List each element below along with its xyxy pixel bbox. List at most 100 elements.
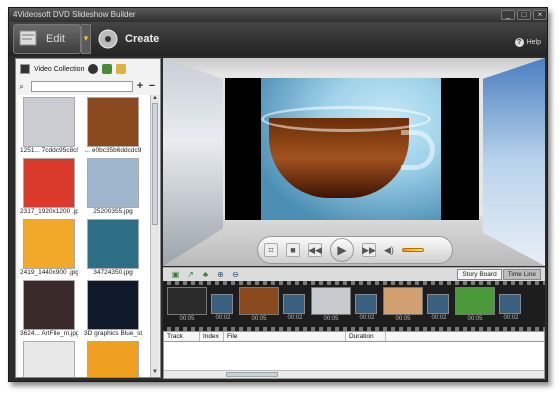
tab-story-board[interactable]: Story Board bbox=[457, 269, 502, 280]
storyboard-transition[interactable]: 00:02 bbox=[427, 294, 449, 321]
transition-icon[interactable]: ♣ bbox=[201, 270, 210, 279]
storyboard-clip[interactable]: 00:05 bbox=[239, 287, 279, 325]
play-button[interactable]: ▶ bbox=[330, 238, 354, 262]
import-icon[interactable] bbox=[102, 64, 113, 74]
column-header-file[interactable]: File bbox=[224, 332, 346, 341]
player-controls: ⌗ ■ ◀◀ ▶ ▶▶ ◀) bbox=[257, 236, 453, 264]
thumbnail-image bbox=[87, 341, 139, 377]
column-header-duration[interactable]: Duration bbox=[346, 332, 386, 341]
app-window: 4Videosoft DVD Slideshow Builder _ □ × E… bbox=[8, 7, 548, 382]
storyboard-transition[interactable]: 00:02 bbox=[211, 294, 233, 321]
help-icon: ? bbox=[514, 38, 524, 47]
thumbnail-image bbox=[23, 280, 75, 330]
search-icon: ⌕ bbox=[19, 81, 25, 91]
clip-thumbnail bbox=[167, 287, 207, 315]
fast-forward-button[interactable]: ▶▶ bbox=[362, 243, 376, 257]
scroll-thumb-horizontal[interactable] bbox=[226, 372, 278, 377]
thumbnail-image bbox=[87, 158, 139, 208]
current-slide-image bbox=[261, 78, 441, 220]
zoom-out-icon[interactable]: ⊖ bbox=[231, 270, 240, 279]
clip-duration: 00:05 bbox=[395, 316, 411, 322]
thumbnail-image bbox=[23, 341, 75, 377]
snapshot-button[interactable]: ⌗ bbox=[264, 243, 278, 257]
storyboard-clip[interactable]: 00:05 bbox=[167, 287, 207, 325]
timeline-toolbar: ▣ ↗ ♣ ⊕ ⊖ Story Board Time Line bbox=[163, 267, 545, 281]
edit-icon bbox=[19, 30, 37, 46]
collection-thumbnail[interactable]: 2419_1440x900 .jpg bbox=[20, 219, 78, 280]
folder-icon[interactable] bbox=[116, 64, 127, 74]
clip-duration: 00:05 bbox=[467, 316, 483, 322]
collection-scrollbar[interactable]: ▲ ▼ bbox=[150, 95, 159, 377]
track-horizontal-scrollbar[interactable] bbox=[164, 370, 544, 378]
maximize-button[interactable]: □ bbox=[517, 10, 531, 20]
clip-thumbnail bbox=[383, 287, 423, 315]
preview-stage: ⌗ ■ ◀◀ ▶ ▶▶ ◀) bbox=[163, 58, 545, 266]
scroll-thumb[interactable] bbox=[152, 103, 158, 225]
transition-duration: 00:02 bbox=[215, 315, 231, 321]
collection-thumbnail[interactable]: 1251... 7cddc95c8c047b bbox=[20, 97, 78, 158]
collection-panel: Video Collection ⌕ + − 1251... 7cddc95c8… bbox=[15, 58, 161, 378]
collection-thumbnail[interactable] bbox=[20, 341, 78, 377]
window-title: 4Videosoft DVD Slideshow Builder bbox=[13, 10, 136, 19]
track-table-header: Track Index File Duration bbox=[164, 332, 544, 342]
transition-duration: 00:02 bbox=[359, 315, 375, 321]
collection-thumbnail[interactable]: ... e0bc35b6ddcdc9 bbox=[84, 97, 142, 158]
edit-dropdown-arrow[interactable]: ▼ bbox=[81, 24, 91, 54]
rewind-button[interactable]: ◀◀ bbox=[308, 243, 322, 257]
main-toolbar: Edit ▼ Create ? Help bbox=[9, 22, 547, 56]
search-input[interactable] bbox=[31, 80, 133, 92]
add-video-icon[interactable] bbox=[88, 64, 99, 74]
clip-duration: 00:05 bbox=[323, 316, 339, 322]
tab-time-line[interactable]: Time Line bbox=[502, 269, 541, 280]
storyboard-clip[interactable]: 00:05 bbox=[455, 287, 495, 325]
storyboard-transition[interactable]: 00:02 bbox=[283, 294, 305, 321]
remove-item-button[interactable]: − bbox=[147, 81, 157, 92]
next-slide-preview bbox=[483, 58, 545, 266]
cup-handle bbox=[401, 130, 435, 170]
storyboard-transition[interactable]: 00:02 bbox=[355, 294, 377, 321]
film-perforation-top bbox=[163, 281, 545, 285]
stop-button[interactable]: ■ bbox=[286, 243, 300, 257]
edit-button[interactable]: Edit bbox=[13, 24, 81, 54]
close-button[interactable]: × bbox=[533, 10, 547, 20]
collection-thumbnail[interactable]: 2317_1920x1200 .jpg bbox=[20, 158, 78, 219]
collection-thumbnail[interactable] bbox=[84, 341, 142, 377]
stage-ceiling bbox=[163, 58, 545, 76]
scroll-up-arrow[interactable]: ▲ bbox=[151, 95, 159, 103]
cup-rim bbox=[261, 106, 431, 132]
collection-title: Video Collection bbox=[34, 65, 85, 73]
thumbnail-grid: 1251... 7cddc95c8c047b... e0bc35b6ddcdc9… bbox=[18, 95, 150, 377]
edit-effect-icon[interactable]: ↗ bbox=[186, 270, 195, 279]
title-bar: 4Videosoft DVD Slideshow Builder _ □ × bbox=[9, 8, 547, 22]
add-media-icon[interactable]: ▣ bbox=[171, 270, 180, 279]
edit-label: Edit bbox=[46, 33, 65, 45]
storyboard-clip[interactable]: 00:05 bbox=[311, 287, 351, 325]
collection-thumbnail[interactable]: 34724350.jpg bbox=[84, 219, 142, 280]
column-header-index[interactable]: Index bbox=[200, 332, 224, 341]
help-label: Help bbox=[526, 39, 541, 46]
minimize-button[interactable]: _ bbox=[501, 10, 515, 20]
scroll-down-arrow[interactable]: ▼ bbox=[151, 369, 159, 377]
transition-duration: 00:02 bbox=[287, 315, 303, 321]
create-disc-icon bbox=[98, 29, 118, 49]
storyboard-transition[interactable]: 00:02 bbox=[499, 294, 521, 321]
create-button[interactable]: Create bbox=[93, 24, 163, 54]
thumbnail-image bbox=[87, 280, 139, 330]
clip-thumbnail bbox=[239, 287, 279, 315]
transition-duration: 00:02 bbox=[503, 315, 519, 321]
add-item-button[interactable]: + bbox=[135, 81, 145, 92]
storyboard-filmstrip: 00:05 00:02 00:05 00:02 00:05 00:02 00:05 00:02… bbox=[163, 281, 545, 331]
thumbnail-image bbox=[87, 219, 139, 269]
help-button[interactable]: ? Help bbox=[514, 38, 541, 47]
column-header-track[interactable]: Track bbox=[164, 332, 200, 341]
collection-thumbnail[interactable]: 25200355.jpg bbox=[84, 158, 142, 219]
clip-duration: 00:05 bbox=[251, 316, 267, 322]
collection-thumbnail[interactable]: 3624... ArtFile_m.jpg bbox=[20, 280, 78, 341]
volume-slider[interactable] bbox=[401, 248, 424, 252]
storyboard-clip[interactable]: 00:05 bbox=[383, 287, 423, 325]
zoom-in-icon[interactable]: ⊕ bbox=[216, 270, 225, 279]
video-collection-icon bbox=[20, 64, 30, 74]
volume-icon[interactable]: ◀) bbox=[384, 245, 394, 256]
collection-thumbnail[interactable]: 3D graphics Blue_st bbox=[84, 280, 142, 341]
thumbnail-image bbox=[87, 97, 139, 147]
